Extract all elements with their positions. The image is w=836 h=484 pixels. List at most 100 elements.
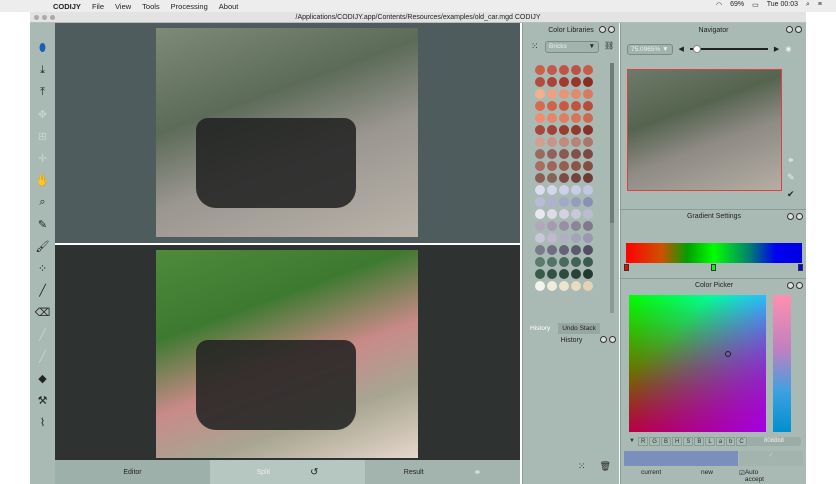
navigator-thumbnail[interactable]	[627, 69, 782, 191]
color-swatch[interactable]	[559, 149, 569, 159]
auto-accept-checkbox[interactable]: ☑ Auto accept	[739, 469, 764, 483]
color-swatch[interactable]	[571, 89, 581, 99]
color-swatch[interactable]	[571, 281, 581, 291]
color-swatch[interactable]	[547, 245, 557, 255]
color-swatch[interactable]	[535, 149, 545, 159]
color-swatch[interactable]	[571, 233, 581, 243]
color-swatch[interactable]	[547, 269, 557, 279]
color-swatch[interactable]	[583, 137, 593, 147]
battery-icon[interactable]: ▭	[752, 1, 759, 9]
close-panel-button[interactable]	[795, 26, 802, 33]
editor-canvas[interactable]	[55, 23, 520, 243]
mode-button[interactable]: L	[705, 437, 715, 446]
tab-editor[interactable]: Editor	[55, 460, 210, 484]
result-image[interactable]	[156, 250, 418, 458]
color-swatch[interactable]	[559, 89, 569, 99]
hand-icon[interactable]: ✋	[35, 171, 51, 189]
color-swatch[interactable]	[583, 161, 593, 171]
pencil-icon[interactable]: ✎	[787, 172, 795, 183]
color-swatch[interactable]	[547, 173, 557, 183]
color-swatch[interactable]	[571, 125, 581, 135]
new-color-swatch[interactable]: ✓	[739, 451, 803, 466]
eraser-icon[interactable]: ⌫	[35, 303, 51, 321]
color-swatch[interactable]	[583, 269, 593, 279]
color-swatch[interactable]	[583, 245, 593, 255]
color-swatch[interactable]	[559, 65, 569, 75]
color-swatch[interactable]	[571, 77, 581, 87]
menu-processing[interactable]: Processing	[171, 2, 208, 11]
fill-bucket-icon[interactable]: ◆	[35, 369, 51, 387]
detach-button[interactable]	[599, 26, 606, 33]
color-swatch[interactable]	[535, 281, 545, 291]
checkmark-icon[interactable]: ✔	[787, 189, 795, 200]
library-scrollbar[interactable]	[610, 63, 614, 313]
library-select[interactable]: Bricks ▼	[545, 41, 599, 53]
color-swatch[interactable]	[583, 89, 593, 99]
color-swatch[interactable]	[583, 77, 593, 87]
color-swatch[interactable]	[535, 209, 545, 219]
mode-button[interactable]: H	[671, 437, 683, 446]
color-swatch[interactable]	[547, 233, 557, 243]
color-swatch[interactable]	[583, 101, 593, 111]
color-swatch[interactable]	[547, 281, 557, 291]
color-swatch[interactable]	[535, 197, 545, 207]
color-swatch[interactable]	[583, 197, 593, 207]
mode-button[interactable]: b	[726, 437, 736, 446]
color-swatch[interactable]	[583, 233, 593, 243]
compare-icon[interactable]: ⚭	[474, 467, 482, 478]
color-swatch[interactable]	[559, 281, 569, 291]
zoom-icon[interactable]: ⌕	[35, 193, 51, 211]
color-swatch[interactable]	[571, 257, 581, 267]
detach-button[interactable]	[787, 282, 794, 289]
editor-image[interactable]	[156, 28, 418, 237]
color-swatch[interactable]	[583, 125, 593, 135]
crosshair-icon[interactable]: ✛	[35, 149, 51, 167]
import-icon[interactable]: ⤓	[35, 61, 51, 79]
trash-icon[interactable]: 🗑	[600, 461, 611, 472]
link-icon[interactable]: ⛓	[604, 41, 614, 50]
color-swatch[interactable]	[559, 137, 569, 147]
color-swatch[interactable]	[559, 221, 569, 231]
mode-button[interactable]: G	[649, 437, 660, 446]
color-swatch[interactable]	[535, 269, 545, 279]
brush-icon[interactable]: 🖌	[35, 237, 51, 255]
color-swatch[interactable]	[571, 197, 581, 207]
color-swatch[interactable]	[571, 173, 581, 183]
mode-button[interactable]: S	[683, 437, 694, 446]
zoom-in-icon[interactable]: ▶	[774, 45, 779, 53]
color-swatch[interactable]	[571, 161, 581, 171]
color-swatch[interactable]	[583, 281, 593, 291]
mode-button[interactable]: C	[736, 437, 747, 446]
close-panel-button[interactable]	[608, 26, 615, 33]
color-swatch[interactable]	[547, 89, 557, 99]
palette-icon[interactable]: ⁙	[578, 461, 586, 472]
color-swatch[interactable]	[559, 185, 569, 195]
mode-button[interactable]: B	[694, 437, 705, 446]
color-swatch[interactable]	[535, 173, 545, 183]
color-swatch[interactable]	[547, 65, 557, 75]
wifi-icon[interactable]: ◠	[716, 1, 722, 9]
color-swatch[interactable]	[547, 101, 557, 111]
minimize-window-button[interactable]	[42, 15, 47, 20]
color-swatch[interactable]	[535, 89, 545, 99]
zoom-select[interactable]: 75.0965% ▼	[627, 43, 673, 55]
color-swatch[interactable]	[571, 149, 581, 159]
tab-result[interactable]: Result ⚭	[365, 460, 520, 484]
zoom-window-button[interactable]	[50, 15, 55, 20]
mode-button[interactable]: a	[715, 437, 726, 446]
menu-file[interactable]: File	[92, 2, 104, 11]
color-swatch[interactable]	[559, 77, 569, 87]
color-swatch[interactable]	[547, 209, 557, 219]
search-icon[interactable]: ⌕	[806, 1, 810, 9]
clock[interactable]: Tue 00:03	[767, 1, 798, 9]
menu-view[interactable]: View	[115, 2, 131, 11]
color-swatch[interactable]	[583, 185, 593, 195]
color-swatch[interactable]	[535, 185, 545, 195]
color-cursor[interactable]	[725, 351, 731, 357]
color-swatch[interactable]	[535, 221, 545, 231]
color-swatch[interactable]	[535, 137, 545, 147]
color-swatch[interactable]	[559, 233, 569, 243]
color-swatch[interactable]	[583, 65, 593, 75]
color-swatch[interactable]	[559, 269, 569, 279]
color-swatch[interactable]	[571, 185, 581, 195]
